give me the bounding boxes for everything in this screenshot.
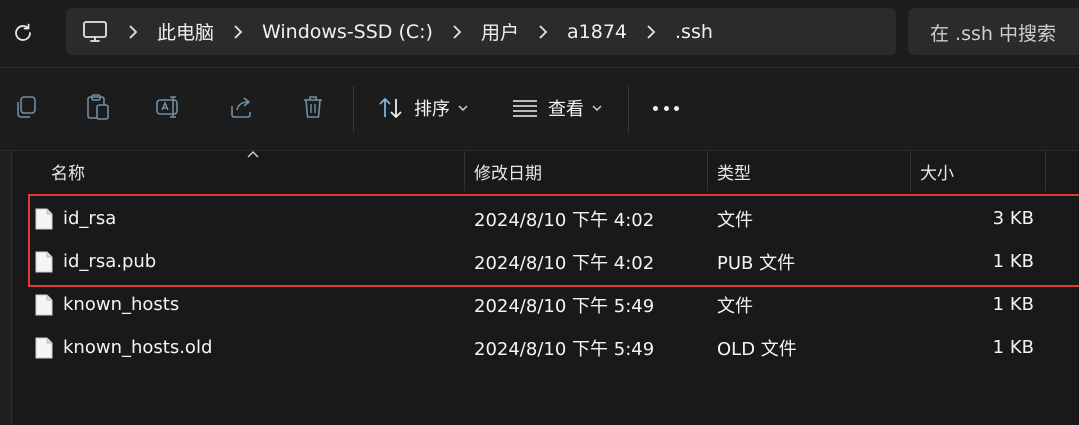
toolbar-separator — [628, 86, 629, 132]
table-row[interactable]: known_hosts.old 2024/8/10 下午 5:49 OLD 文件… — [13, 326, 1079, 369]
refresh-button[interactable] — [8, 18, 38, 48]
file-type: PUB 文件 — [717, 252, 796, 274]
chevron-right-icon[interactable] — [642, 24, 660, 39]
breadcrumb-item-this-pc[interactable]: 此电脑 — [142, 18, 229, 45]
toolbar-separator — [353, 86, 354, 132]
rename-icon — [156, 96, 178, 118]
file-size: 1 KB — [992, 337, 1034, 358]
dot-icon — [663, 105, 669, 111]
copy-button[interactable] — [12, 93, 40, 121]
column-header-name[interactable]: 名称 — [43, 151, 465, 191]
table-row[interactable]: known_hosts 2024/8/10 下午 5:49 文件 1 KB — [13, 283, 1079, 326]
view-label: 查看 — [548, 99, 584, 120]
sort-icon — [379, 98, 402, 118]
list-view-icon — [513, 100, 537, 117]
breadcrumb-item-drive[interactable]: Windows-SSD (C:) — [247, 21, 448, 43]
clipboard-icon — [87, 94, 109, 120]
this-pc-button[interactable] — [66, 8, 124, 55]
file-date: 2024/8/10 下午 4:02 — [474, 209, 655, 231]
file-type: 文件 — [717, 209, 753, 231]
file-date: 2024/8/10 下午 4:02 — [474, 252, 655, 274]
breadcrumb-item-ssh[interactable]: .ssh — [660, 21, 728, 43]
chevron-down-icon — [592, 105, 602, 112]
column-header-size[interactable]: 大小 — [912, 151, 1046, 191]
file-type: OLD 文件 — [717, 338, 797, 360]
trash-icon — [304, 96, 322, 118]
column-size-label: 大小 — [920, 163, 954, 184]
paste-button[interactable] — [84, 93, 112, 121]
monitor-icon — [83, 20, 107, 42]
file-type: 文件 — [717, 295, 753, 317]
column-type-label: 类型 — [717, 163, 751, 184]
file-size: 1 KB — [992, 251, 1034, 272]
file-list: 名称 修改日期 类型 大小 id_rsa 2024/8/10 下午 4:02 文… — [13, 151, 1079, 425]
file-icon — [35, 251, 53, 273]
chevron-right-icon[interactable] — [448, 24, 466, 39]
navigation-pane-edge[interactable] — [0, 151, 12, 425]
column-name-label: 名称 — [51, 163, 85, 184]
chevron-right-icon[interactable] — [534, 24, 552, 39]
column-header-type[interactable]: 类型 — [709, 151, 911, 191]
table-row[interactable]: id_rsa.pub 2024/8/10 下午 4:02 PUB 文件 1 KB — [13, 240, 1079, 283]
column-header-row: 名称 修改日期 类型 大小 — [13, 151, 1079, 191]
table-row[interactable]: id_rsa 2024/8/10 下午 4:02 文件 3 KB — [13, 197, 1079, 240]
file-icon — [35, 208, 53, 230]
sort-label: 排序 — [414, 99, 450, 120]
file-name[interactable]: known_hosts — [63, 283, 179, 326]
chevron-down-icon — [458, 105, 468, 112]
refresh-icon — [15, 23, 31, 41]
share-button[interactable] — [227, 93, 255, 121]
address-bar: 此电脑 Windows-SSD (C:) 用户 a1874 .ssh 在 .ss… — [0, 0, 1079, 67]
breadcrumb: 此电脑 Windows-SSD (C:) 用户 a1874 .ssh — [66, 8, 896, 55]
column-header-date[interactable]: 修改日期 — [466, 151, 708, 191]
dot-icon — [653, 105, 658, 111]
file-size: 1 KB — [992, 294, 1034, 315]
search-input[interactable]: 在 .ssh 中搜索 — [908, 8, 1079, 55]
file-name[interactable]: id_rsa.pub — [63, 240, 156, 283]
breadcrumb-item-users[interactable]: 用户 — [466, 18, 534, 45]
chevron-right-icon[interactable] — [124, 24, 142, 39]
more-options-button[interactable] — [650, 98, 682, 118]
file-name[interactable]: known_hosts.old — [63, 326, 212, 369]
view-button[interactable]: 查看 — [512, 93, 602, 123]
file-date: 2024/8/10 下午 5:49 — [474, 295, 655, 317]
command-bar: 排序 查看 — [0, 68, 1079, 150]
breadcrumb-item-user[interactable]: a1874 — [552, 21, 642, 43]
rename-button[interactable] — [155, 93, 183, 121]
share-icon — [231, 97, 251, 118]
file-date: 2024/8/10 下午 5:49 — [474, 338, 655, 360]
delete-button[interactable] — [299, 93, 327, 121]
column-date-label: 修改日期 — [474, 163, 542, 184]
file-size: 3 KB — [992, 208, 1034, 229]
file-icon — [35, 337, 53, 359]
copy-icon — [17, 96, 36, 118]
sort-button[interactable]: 排序 — [378, 93, 468, 123]
file-name[interactable]: id_rsa — [63, 197, 116, 240]
file-icon — [35, 294, 53, 316]
dot-icon — [674, 105, 679, 111]
chevron-right-icon[interactable] — [229, 24, 247, 39]
